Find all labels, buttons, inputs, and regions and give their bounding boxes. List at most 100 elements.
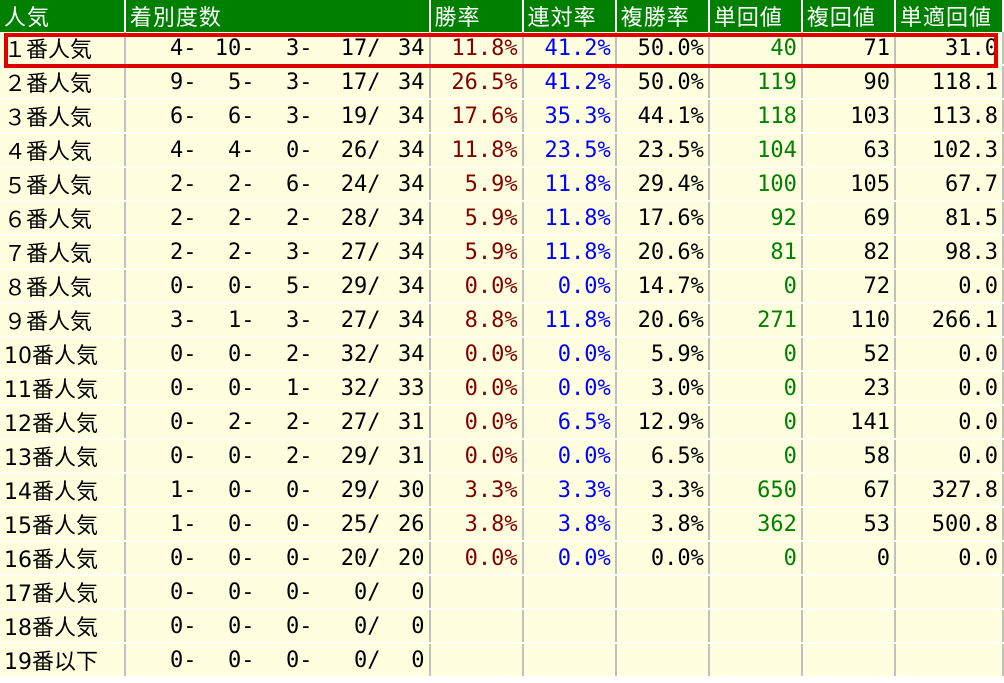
place-rate-cell bbox=[615, 575, 710, 610]
record-part: 2- bbox=[228, 409, 255, 435]
popularity-label: 18番人気 bbox=[0, 609, 126, 644]
record-part: 0 bbox=[411, 613, 425, 639]
adjusted-win-return-cell bbox=[895, 643, 1004, 678]
win-return-cell: 650 bbox=[708, 473, 803, 508]
header-win-return[interactable]: 単回値 bbox=[708, 0, 803, 32]
place-return-cell bbox=[801, 575, 897, 610]
header-place-rate[interactable]: 複勝率 bbox=[615, 0, 710, 32]
record-cell: 2- 2- 3- 27/34 bbox=[124, 235, 431, 270]
table-row[interactable]: 14番人気 1- 0- 0- 29/30 3.3% 3.3% 3.3% 650 67 327.8 bbox=[0, 473, 1004, 508]
record-part: 0- bbox=[170, 613, 197, 639]
place-return-cell: 53 bbox=[801, 507, 897, 542]
place-return-cell: 67 bbox=[801, 473, 897, 508]
place-return-cell: 23 bbox=[801, 371, 897, 406]
record-part: 1- bbox=[286, 375, 313, 401]
record-cell: 0- 0- 0- 0/0 bbox=[124, 609, 431, 644]
header-popularity[interactable]: 人気 bbox=[0, 0, 126, 32]
record-part: 31 bbox=[398, 409, 425, 435]
record-part: 1- bbox=[228, 307, 255, 333]
record-part: 3- bbox=[286, 103, 313, 129]
place-return-cell: 71 bbox=[801, 32, 897, 66]
table-row[interactable]: 18番人気 0- 0- 0- 0/0 bbox=[0, 609, 1004, 644]
record-cell: 9- 5- 3- 17/34 bbox=[124, 65, 431, 100]
place-rate-cell: 23.5% bbox=[615, 133, 710, 168]
record-cell: 6- 6- 3- 19/34 bbox=[124, 99, 431, 134]
record-part: 0- bbox=[170, 375, 197, 401]
table-row[interactable]: ３番人気 6- 6- 3- 19/34 17.6% 35.3% 44.1% 118 103 113.… bbox=[0, 99, 1004, 134]
win-return-cell: 81 bbox=[708, 235, 803, 270]
place-return-cell: 141 bbox=[801, 405, 897, 440]
win-rate-cell bbox=[429, 575, 524, 610]
table-row[interactable]: 10番人気 0- 0- 2- 32/34 0.0% 0.0% 5.9% 0 52 0.0 bbox=[0, 337, 1004, 372]
adjusted-win-return-cell: 0.0 bbox=[895, 405, 1004, 440]
popularity-label: ６番人気 bbox=[0, 201, 126, 236]
table-row[interactable]: ７番人気 2- 2- 3- 27/34 5.9% 11.8% 20.6% 81 82 98.3 bbox=[0, 235, 1004, 270]
place-rate-cell: 20.6% bbox=[615, 235, 710, 270]
record-part: 0- bbox=[228, 443, 255, 469]
table-row[interactable]: ８番人気 0- 0- 5- 29/34 0.0% 0.0% 14.7% 0 72 0.0 bbox=[0, 269, 1004, 304]
win-return-cell: 0 bbox=[708, 541, 803, 576]
record-part: 4- bbox=[170, 137, 197, 163]
record-part: 0/ bbox=[354, 613, 381, 639]
record-part: 0- bbox=[170, 545, 197, 571]
record-part: 31 bbox=[398, 443, 425, 469]
table-row[interactable]: ９番人気 3- 1- 3- 27/34 8.8% 11.8% 20.6% 271 110 266.1 bbox=[0, 303, 1004, 338]
record-part: 26/ bbox=[340, 137, 381, 163]
record-part: 34 bbox=[398, 137, 425, 163]
header-win-rate[interactable]: 勝率 bbox=[429, 0, 524, 32]
record-cell: 3- 1- 3- 27/34 bbox=[124, 303, 431, 338]
record-cell: 0- 0- 0- 0/0 bbox=[124, 643, 431, 678]
record-part: 2- bbox=[228, 205, 255, 231]
header-adjusted-win-return[interactable]: 単適回値 bbox=[895, 0, 1004, 32]
table-row[interactable]: 15番人気 1- 0- 0- 25/26 3.8% 3.8% 3.8% 362 53 500.8 bbox=[0, 507, 1004, 542]
header-record[interactable]: 着別度数 bbox=[124, 0, 431, 32]
table-row[interactable]: 13番人気 0- 0- 2- 29/31 0.0% 0.0% 6.5% 0 58 0.0 bbox=[0, 439, 1004, 474]
table-row[interactable]: 12番人気 0- 2- 2- 27/31 0.0% 6.5% 12.9% 0 141 0.0 bbox=[0, 405, 1004, 440]
win-rate-cell: 8.8% bbox=[429, 303, 524, 338]
record-part: 0- bbox=[286, 511, 313, 537]
record-part: 9- bbox=[170, 69, 197, 95]
header-row: 人気 着別度数 勝率 連対率 複勝率 単回値 複回値 単適回値 bbox=[0, 0, 1004, 32]
record-part: 27/ bbox=[340, 409, 381, 435]
table-row[interactable]: 17番人気 0- 0- 0- 0/0 bbox=[0, 575, 1004, 610]
record-part: 26 bbox=[398, 511, 425, 537]
place-return-cell: 69 bbox=[801, 201, 897, 236]
record-part: 25/ bbox=[340, 511, 381, 537]
popularity-label: 12番人気 bbox=[0, 405, 126, 440]
place-rate-cell: 5.9% bbox=[615, 337, 710, 372]
place-return-cell: 105 bbox=[801, 167, 897, 202]
place-rate-cell bbox=[615, 609, 710, 644]
win-return-cell: 0 bbox=[708, 371, 803, 406]
record-part: 0- bbox=[228, 613, 255, 639]
record-cell: 0- 0- 0- 20/20 bbox=[124, 541, 431, 576]
adjusted-win-return-cell: 0.0 bbox=[895, 371, 1004, 406]
record-part: 2- bbox=[170, 171, 197, 197]
adjusted-win-return-cell: 266.1 bbox=[895, 303, 1004, 338]
table-row[interactable]: １番人気 4- 10- 3- 17/34 11.8% 41.2% 50.0% 40 71 31.0 bbox=[0, 32, 1004, 66]
record-part: 0- bbox=[286, 477, 313, 503]
win-rate-cell: 0.0% bbox=[429, 439, 524, 474]
table-row[interactable]: 16番人気 0- 0- 0- 20/20 0.0% 0.0% 0.0% 0 0 0.0 bbox=[0, 541, 1004, 576]
record-part: 17/ bbox=[340, 69, 381, 95]
record-part: 0- bbox=[170, 341, 197, 367]
header-place-return[interactable]: 複回値 bbox=[801, 0, 897, 32]
table-row[interactable]: ５番人気 2- 2- 6- 24/34 5.9% 11.8% 29.4% 100 105 67.7 bbox=[0, 167, 1004, 202]
table-row[interactable]: 19番以下 0- 0- 0- 0/0 bbox=[0, 643, 1004, 678]
record-part: 29/ bbox=[340, 443, 381, 469]
header-quinella-rate[interactable]: 連対率 bbox=[522, 0, 617, 32]
record-part: 0- bbox=[228, 579, 255, 605]
record-part: 2- bbox=[170, 205, 197, 231]
table-row[interactable]: ６番人気 2- 2- 2- 28/34 5.9% 11.8% 17.6% 92 69 81.5 bbox=[0, 201, 1004, 236]
adjusted-win-return-cell: 31.0 bbox=[895, 32, 1004, 66]
table-row[interactable]: 11番人気 0- 0- 1- 32/33 0.0% 0.0% 3.0% 0 23 0.0 bbox=[0, 371, 1004, 406]
table-row[interactable]: ４番人気 4- 4- 0- 26/34 11.8% 23.5% 23.5% 104 63 102.3 bbox=[0, 133, 1004, 168]
record-part: 5- bbox=[228, 69, 255, 95]
win-return-cell: 362 bbox=[708, 507, 803, 542]
table-row[interactable]: ２番人気 9- 5- 3- 17/34 26.5% 41.2% 50.0% 119 90 118.1 bbox=[0, 65, 1004, 100]
popularity-label: 13番人気 bbox=[0, 439, 126, 474]
popularity-label: 17番人気 bbox=[0, 575, 126, 610]
record-part: 34 bbox=[398, 35, 425, 61]
record-part: 34 bbox=[398, 341, 425, 367]
win-rate-cell: 0.0% bbox=[429, 541, 524, 576]
quinella-rate-cell: 23.5% bbox=[522, 133, 617, 168]
